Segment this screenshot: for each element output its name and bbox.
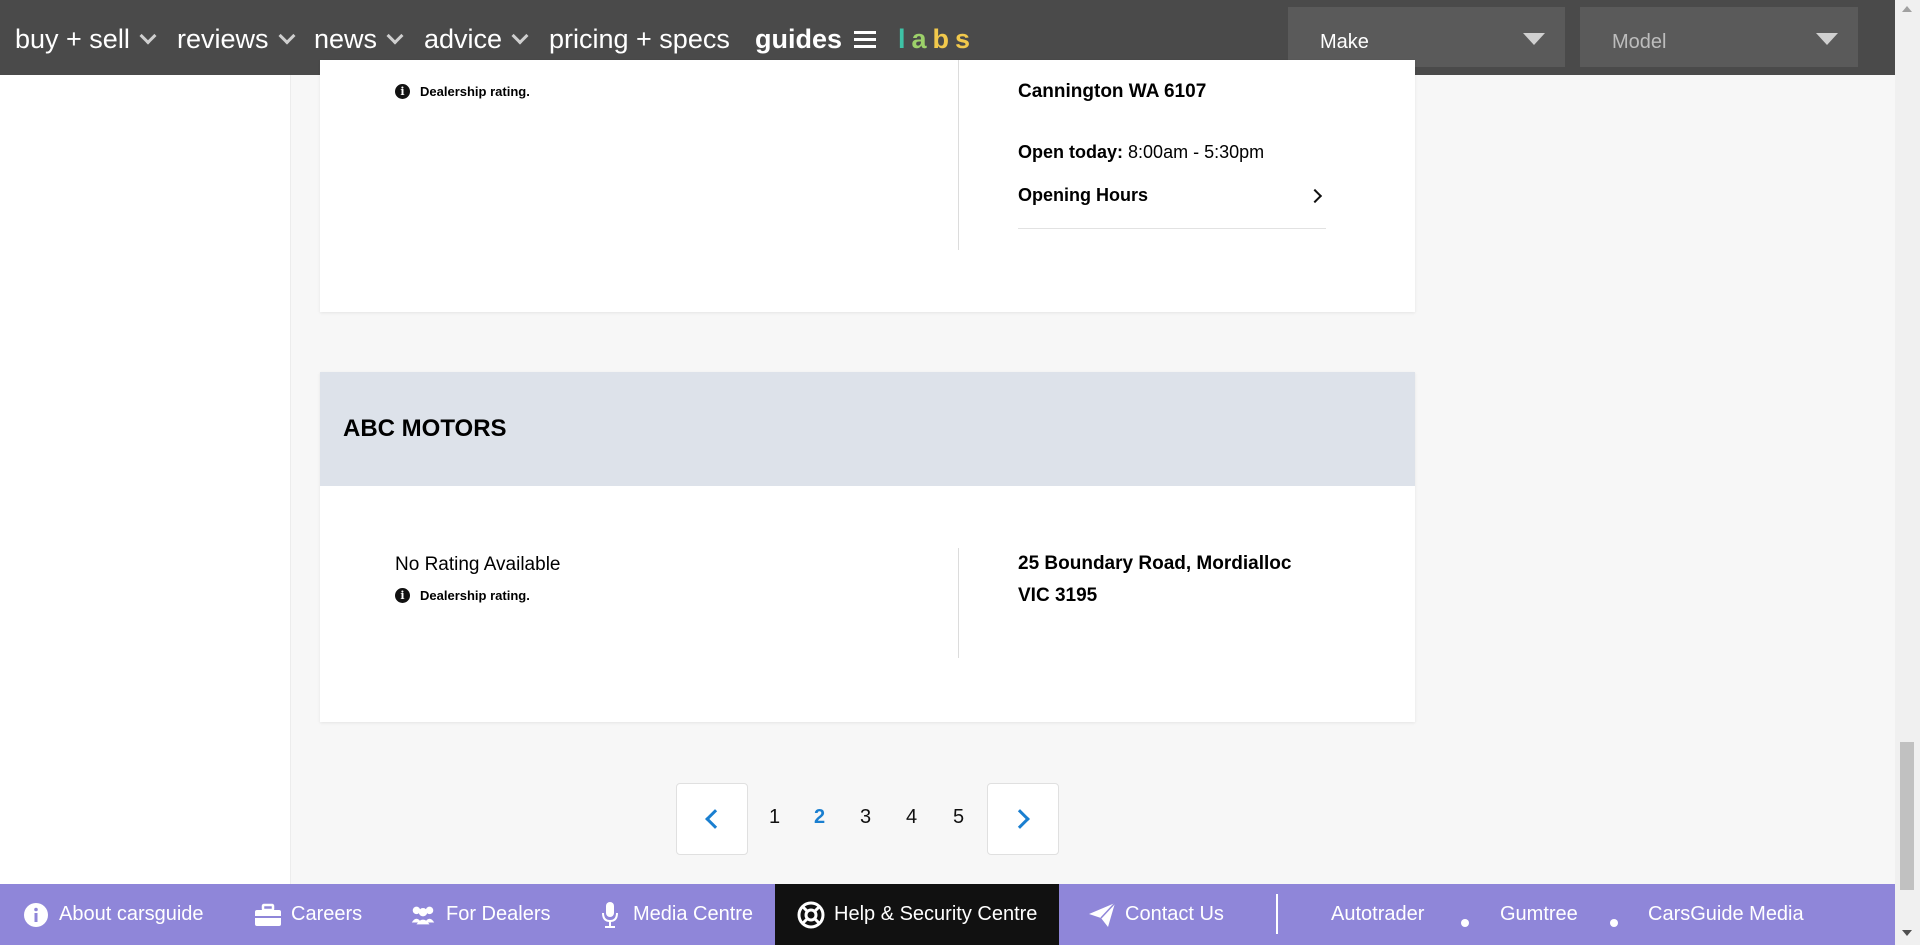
- chevron-left-icon: [705, 809, 725, 829]
- model-select[interactable]: Model: [1580, 7, 1858, 67]
- footer-contact-label: Contact Us: [1125, 903, 1224, 925]
- open-today: Open today: 8:00am - 5:30pm: [1018, 142, 1264, 163]
- nav-buy-sell[interactable]: buy + sell: [15, 22, 157, 56]
- footer-dealers-label: For Dealers: [446, 903, 551, 925]
- dropdown-arrow-icon: [1816, 33, 1838, 45]
- dealership-rating-label: Dealership rating.: [420, 84, 530, 99]
- footer-help-security-link[interactable]: Help & Security Centre: [775, 884, 1060, 945]
- footer-contact-link[interactable]: Contact Us: [1088, 884, 1224, 945]
- nav-advice[interactable]: advice: [424, 22, 529, 56]
- dealer-address: Cannington WA 6107: [1018, 81, 1207, 102]
- footer-bar: About carsguide Careers For Dealers Medi…: [0, 884, 1895, 945]
- chevron-right-icon: [1307, 188, 1323, 204]
- footer-divider: [1276, 894, 1278, 934]
- dropdown-arrow-icon: [1523, 33, 1545, 45]
- footer-careers-label: Careers: [291, 903, 363, 925]
- footer-dealers-link[interactable]: For Dealers: [409, 884, 550, 945]
- menu-icon: [854, 30, 877, 48]
- nav-guides[interactable]: guides: [755, 22, 877, 56]
- card-divider: [958, 548, 959, 658]
- microphone-icon: [596, 901, 624, 929]
- page-3[interactable]: 3: [860, 806, 871, 829]
- scroll-down-icon[interactable]: [1902, 930, 1912, 936]
- page-4[interactable]: 4: [906, 806, 917, 829]
- open-today-label: Open today:: [1018, 142, 1124, 162]
- lifebuoy-icon: [797, 901, 825, 929]
- scroll-up-icon[interactable]: [1902, 6, 1912, 12]
- footer-gumtree-link[interactable]: Gumtree: [1500, 884, 1578, 945]
- nav-news-label: news: [314, 23, 378, 54]
- nav-reviews-label: reviews: [177, 23, 269, 54]
- nav-advice-label: advice: [424, 23, 503, 54]
- card-divider: [958, 60, 959, 250]
- nav-pricing-specs-label: pricing + specs: [549, 23, 730, 54]
- dealership-rating-note: i Dealership rating.: [395, 588, 530, 603]
- nav-labs[interactable]: labs: [898, 22, 970, 56]
- next-page-button[interactable]: [987, 783, 1059, 855]
- scroll-thumb[interactable]: [1900, 742, 1914, 890]
- briefcase-icon: [254, 901, 282, 929]
- footer-carsguide-media-label: CarsGuide Media: [1648, 903, 1804, 925]
- open-today-hours: 8:00am - 5:30pm: [1128, 142, 1265, 162]
- nav-buy-sell-label: buy + sell: [15, 23, 130, 54]
- footer-help-security-label: Help & Security Centre: [834, 903, 1038, 925]
- page-5[interactable]: 5: [953, 806, 964, 829]
- footer-about-label: About carsguide: [59, 903, 204, 925]
- info-circle-icon: [22, 901, 50, 929]
- footer-careers-link[interactable]: Careers: [254, 884, 362, 945]
- dealer-address-line1: 25 Boundary Road, Mordialloc: [1018, 553, 1292, 574]
- opening-hours-label: Opening Hours: [1018, 185, 1148, 205]
- dealership-rating-note: i Dealership rating.: [395, 84, 530, 99]
- nav-pricing-specs[interactable]: pricing + specs: [549, 22, 730, 56]
- users-icon: [409, 901, 437, 929]
- page-2-current[interactable]: 2: [814, 806, 825, 829]
- dealer-rating: No Rating Available: [395, 554, 561, 575]
- info-icon[interactable]: i: [395, 588, 410, 603]
- footer-carsguide-media-link[interactable]: CarsGuide Media: [1648, 884, 1804, 945]
- dealer-card: i Dealership rating. Cannington WA 6107 …: [320, 60, 1415, 312]
- chevron-down-icon: [511, 27, 529, 45]
- labs-letter-s: s: [955, 23, 971, 54]
- nav-reviews[interactable]: reviews: [177, 22, 296, 56]
- dealer-name[interactable]: ABC MOTORS: [343, 415, 507, 443]
- footer-about-link[interactable]: About carsguide: [22, 884, 204, 945]
- labs-letter-a: a: [911, 23, 927, 54]
- labs-letter-l: l: [898, 23, 906, 54]
- footer-media-centre-link[interactable]: Media Centre: [596, 884, 753, 945]
- footer-media-centre-label: Media Centre: [633, 903, 754, 925]
- dealer-card: ABC MOTORS No Rating Available i Dealers…: [320, 372, 1415, 722]
- dealer-address: 25 Boundary Road, Mordialloc VIC 3195: [1018, 548, 1291, 612]
- page-1[interactable]: 1: [769, 806, 780, 829]
- info-icon[interactable]: i: [395, 84, 410, 99]
- paper-plane-icon: [1088, 901, 1116, 929]
- footer-gumtree-label: Gumtree: [1500, 903, 1578, 925]
- dealership-rating-label: Dealership rating.: [420, 588, 530, 603]
- footer-autotrader-label: Autotrader: [1331, 903, 1425, 925]
- make-select[interactable]: Make: [1288, 7, 1565, 67]
- labs-letter-b: b: [932, 23, 950, 54]
- chevron-down-icon: [278, 27, 296, 45]
- chevron-down-icon: [139, 27, 157, 45]
- dealer-address-line2: VIC 3195: [1018, 585, 1098, 606]
- model-select-value: Model: [1612, 31, 1667, 53]
- footer-bullet: [1461, 919, 1469, 927]
- make-select-value: Make: [1320, 31, 1369, 53]
- page-scrollbar[interactable]: [1895, 0, 1920, 945]
- nav-news[interactable]: news: [314, 22, 404, 56]
- previous-page-button[interactable]: [676, 783, 748, 855]
- footer-bullet: [1610, 919, 1618, 927]
- opening-hours-toggle[interactable]: Opening Hours: [1018, 185, 1326, 229]
- dealer-name-header: ABC MOTORS: [320, 372, 1415, 486]
- nav-guides-label: guides: [755, 23, 843, 54]
- chevron-right-icon: [1010, 809, 1030, 829]
- footer-autotrader-link[interactable]: Autotrader: [1331, 884, 1424, 945]
- chevron-down-icon: [386, 27, 404, 45]
